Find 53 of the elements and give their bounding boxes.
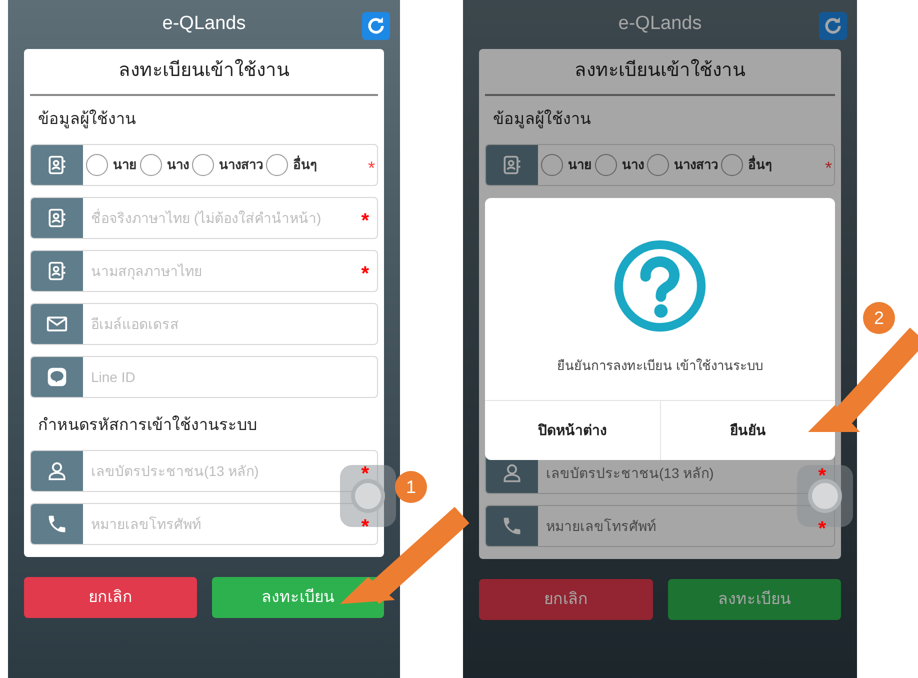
contact-card-icon <box>46 260 68 282</box>
question-mark-icon <box>612 238 708 334</box>
form-title: ลงทะเบียนเข้าใช้งาน <box>118 58 290 84</box>
text-input-field[interactable]: เลขบัตรประชาชน(13 หลัก) <box>83 451 327 491</box>
person-icon <box>501 462 523 484</box>
step-number: 2 <box>863 302 895 334</box>
section-heading: ข้อมูลผู้ใช้งาน <box>493 108 591 130</box>
floating-touch-button[interactable] <box>797 465 853 527</box>
phone-icon <box>501 515 523 537</box>
section-heading: ข้อมูลผู้ใช้งาน <box>38 108 136 130</box>
title-radio-option[interactable]: นาย <box>86 154 137 176</box>
text-input-field[interactable]: หมายเลขโทรศัพท์ <box>83 504 327 544</box>
app-title: e-QLands <box>162 12 246 36</box>
title-radio-option[interactable]: นาง <box>140 154 189 176</box>
person-icon <box>46 460 68 482</box>
refresh-button[interactable] <box>819 12 847 40</box>
contact-card-icon <box>46 207 68 229</box>
title-radio-option[interactable]: อื่นๆ <box>721 154 772 176</box>
text-input-field[interactable]: หมายเลขโทรศัพท์ <box>538 506 782 546</box>
input-group[interactable]: อีเมล์แอดเดรส <box>30 303 378 345</box>
phone-icon <box>46 513 68 535</box>
cancel-button[interactable]: ยกเลิก <box>24 577 196 618</box>
text-input-field[interactable]: ชื่อจริงภาษาไทย (ไม่ต้องใส่คำนำหน้า) <box>83 198 327 238</box>
input-group[interactable]: ชื่อจริงภาษาไทย (ไม่ต้องใส่คำนำหน้า) * <box>30 197 378 239</box>
required-asterisk: * <box>361 515 370 537</box>
chat-bubble-icon <box>46 366 68 388</box>
required-asterisk: * <box>361 262 370 284</box>
title-radio-option[interactable]: นางสาว <box>192 154 263 176</box>
floating-touch-button[interactable] <box>340 465 396 527</box>
input-group[interactable]: นามสกุลภาษาไทย * <box>30 250 378 292</box>
title-radio-option[interactable]: นาง <box>595 154 644 176</box>
required-asterisk: * <box>368 157 376 177</box>
refresh-button[interactable] <box>362 12 390 40</box>
required-asterisk: * <box>361 462 370 484</box>
required-asterisk: * <box>824 157 833 177</box>
cancel-button[interactable]: ยกเลิก <box>479 579 652 620</box>
title-radio-option[interactable]: นางสาว <box>647 154 718 176</box>
dialog-message: ยืนยันการลงทะเบียน เข้าใช้งานระบบ <box>557 357 763 375</box>
text-input-field[interactable]: นามสกุลภาษาไทย <box>83 251 327 291</box>
input-group[interactable]: Line ID <box>30 356 378 398</box>
contact-card-icon <box>501 154 523 176</box>
required-asterisk: * <box>361 209 370 231</box>
text-input-field[interactable]: Line ID <box>83 357 327 397</box>
section-heading: กำหนดรหัสการเข้าใช้งานระบบ <box>38 414 257 436</box>
text-input-field[interactable]: อีเมล์แอดเดรส <box>83 304 327 344</box>
title-radio-option[interactable]: นาย <box>541 154 592 176</box>
contact-card-icon <box>46 154 68 176</box>
form-title: ลงทะเบียนเข้าใช้งาน <box>574 58 746 84</box>
title-radio-option[interactable]: อื่นๆ <box>266 154 317 176</box>
required-asterisk: * <box>818 464 827 486</box>
required-asterisk: * <box>818 517 827 539</box>
app-title: e-QLands <box>618 12 702 36</box>
step-number: 1 <box>395 471 427 503</box>
